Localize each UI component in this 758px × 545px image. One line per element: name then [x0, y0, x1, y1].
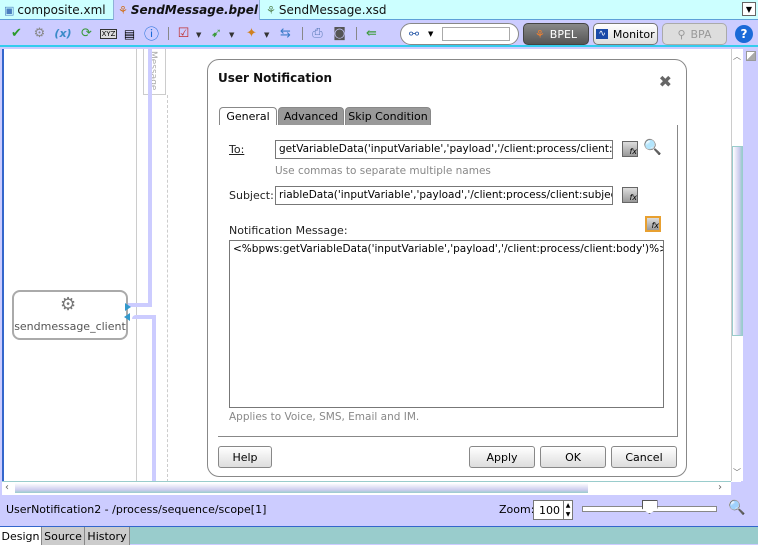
user-notification-dialog: User Notification ✖ General Advanced Ski… — [207, 59, 687, 477]
horizontal-scrollbar[interactable]: ‹ › — [2, 481, 731, 495]
bpel-mode-button[interactable]: ⚘ BPEL — [523, 23, 589, 45]
ok-button[interactable]: OK — [540, 446, 606, 468]
xsd-icon: ⚘ — [266, 3, 276, 17]
tab-source[interactable]: Source — [42, 527, 85, 545]
expression-builder-icon[interactable]: fx — [622, 141, 638, 157]
notification-message-textarea[interactable]: <%bpws:getVariableData('inputVariable','… — [229, 240, 664, 408]
apply-button[interactable]: Apply — [469, 446, 535, 468]
subject-field[interactable]: riableData('inputVariable','payload','/c… — [275, 186, 613, 205]
partner-link-header: Message — [143, 49, 166, 95]
notification-message-label: Notification Message: — [229, 224, 348, 237]
connector-line — [148, 49, 152, 307]
to-label: To: — [229, 143, 245, 156]
activity-icon[interactable]: ➹ — [208, 25, 225, 42]
service-gear-icon: ⚙ — [60, 294, 77, 315]
selection-path-status: UserNotification2 - /process/sequence/sc… — [6, 503, 267, 516]
tab-advanced[interactable]: Advanced — [278, 107, 344, 125]
tab-general[interactable]: General — [219, 107, 277, 125]
swimlane-divider — [167, 95, 168, 482]
camera-icon[interactable]: ◙ — [331, 25, 348, 42]
toolbar-separator — [302, 27, 303, 40]
tab-sendmessage-bpel[interactable]: ⚘ SendMessage.bpel — [113, 0, 260, 20]
chevron-down-icon[interactable]: ▼ — [229, 31, 234, 39]
dialog-title: User Notification — [218, 71, 332, 85]
chevron-down-icon[interactable]: ▼ — [196, 31, 201, 39]
vertical-scrollbar[interactable]: ︿ ﹀ — [731, 49, 743, 481]
zoom-spinner[interactable]: ▲ ▼ — [563, 501, 572, 519]
tab-sendmessage-xsd[interactable]: ⚘ SendMessage.xsd — [262, 0, 392, 20]
sync-icon[interactable]: ⇆ — [277, 25, 294, 42]
tab-composite-xml[interactable]: ▣ composite.xml — [0, 0, 110, 20]
scroll-down-icon[interactable]: ﹀ — [733, 467, 741, 478]
editor-tab-bar: ▣ composite.xml ⚘ SendMessage.bpel ⚘ Sen… — [0, 0, 758, 20]
swimlane-border — [136, 49, 137, 482]
zoom-reset-icon[interactable]: 🔍 — [728, 500, 745, 516]
link-icon[interactable]: ⇚ — [363, 25, 380, 42]
print-icon[interactable]: ⎙ — [309, 25, 326, 42]
xyz-icon[interactable]: XYZ — [100, 29, 117, 39]
validate-check-icon[interactable]: ✔ — [8, 25, 25, 42]
chevron-down-icon[interactable]: ▼ — [428, 30, 433, 38]
search-input[interactable] — [442, 27, 510, 41]
tab-list-dropdown-button[interactable]: ▼ — [742, 2, 756, 16]
monitor-mode-button[interactable]: ∿ Monitor — [593, 23, 658, 45]
monitor-icon: ∿ — [596, 29, 608, 39]
general-tab-panel: To: getVariableData('inputVariable','pay… — [218, 125, 678, 437]
connector-line — [152, 315, 156, 482]
composite-icon: ▣ — [4, 3, 15, 17]
horizontal-scroll-thumb[interactable] — [15, 483, 588, 493]
info-icon[interactable]: ⓘ — [143, 25, 160, 43]
tab-design[interactable]: Design — [0, 527, 42, 545]
tab-skip-condition[interactable]: Skip Condition — [345, 107, 431, 125]
bpel-icon: ⚘ — [534, 27, 545, 41]
chevron-down-icon[interactable]: ▼ — [264, 31, 269, 39]
bpa-icon: ⚲ — [677, 27, 686, 41]
scroll-right-icon[interactable]: › — [718, 482, 722, 493]
arrow-out-icon — [124, 313, 130, 321]
settings-gear-icon[interactable]: ⚙ — [31, 25, 48, 42]
expression-builder-icon[interactable]: fx — [622, 187, 638, 203]
bpel-icon: ⚘ — [118, 3, 128, 17]
toolbar-separator — [356, 27, 357, 40]
to-field[interactable]: getVariableData('inputVariable','payload… — [275, 140, 613, 159]
xslt-icon[interactable]: ▤ — [121, 25, 138, 42]
scroll-left-icon[interactable]: ‹ — [5, 482, 9, 493]
refresh-icon[interactable]: ⟳ — [78, 25, 95, 42]
checklist-icon[interactable]: ☑ — [175, 25, 192, 42]
message-hint: Applies to Voice, SMS, Email and IM. — [229, 411, 420, 423]
connector-line — [128, 303, 152, 307]
partner-node[interactable]: ⚙ sendmessage_client — [12, 290, 128, 340]
search-user-icon[interactable]: 🔍 — [643, 138, 662, 156]
subject-label: Subject: — [229, 189, 274, 202]
bottom-tab-bar: Design Source History — [0, 526, 758, 545]
binoculars-icon[interactable]: ⚯ — [409, 27, 419, 41]
tab-history[interactable]: History — [85, 527, 130, 545]
search-box: ⚯ ▼ — [400, 23, 519, 45]
to-hint: Use commas to separate multiple names — [275, 165, 491, 177]
deploy-icon[interactable]: ✦ — [243, 25, 260, 42]
canvas-corner-button[interactable] — [746, 51, 756, 61]
arrow-in-icon — [125, 303, 131, 311]
expression-builder-icon[interactable]: fx — [645, 216, 661, 232]
cancel-button[interactable]: Cancel — [611, 446, 677, 468]
toolbar-separator — [168, 27, 169, 40]
help-icon[interactable]: ? — [735, 25, 753, 43]
close-icon[interactable]: ✖ — [659, 72, 672, 91]
variables-icon[interactable]: (x) — [53, 25, 73, 42]
vertical-scroll-thumb[interactable] — [732, 146, 743, 336]
zoom-label: Zoom: — [499, 503, 535, 516]
scroll-up-icon[interactable]: ︿ — [733, 51, 741, 62]
bpa-mode-button[interactable]: ⚲ BPA — [662, 23, 727, 45]
help-button[interactable]: Help — [218, 446, 272, 468]
